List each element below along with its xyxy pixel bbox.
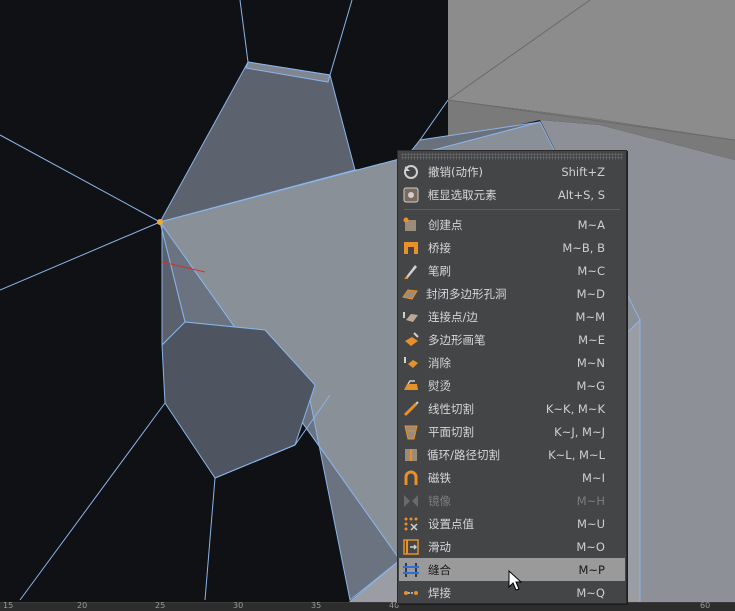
menu-item-label: 连接点/边	[428, 309, 478, 324]
brush-icon	[401, 262, 421, 280]
menu-item-connect-points-edges[interactable]: 连接点/边 M~M	[399, 305, 625, 328]
iron-icon	[401, 377, 421, 395]
menu-item-dissolve[interactable]: 消除 M~N	[399, 351, 625, 374]
mirror-icon	[401, 492, 421, 510]
context-menu[interactable]: 撤销(动作) Shift+Z 框显选取元素 Alt+S, S 创建点 M~A 桥接 M~B, …	[397, 150, 627, 604]
menu-item-shortcut: M~H	[576, 493, 605, 508]
menu-item-shortcut: K~L, M~L	[548, 447, 605, 462]
menu-item-shortcut: K~K, M~K	[545, 401, 605, 416]
menu-item-shortcut: K~J, M~J	[554, 424, 605, 439]
menu-item-line-cut[interactable]: 线性切割 K~K, M~K	[399, 397, 625, 420]
menu-item-bridge[interactable]: 桥接 M~B, B	[399, 236, 625, 259]
menu-item-set-point-value[interactable]: 设置点值 M~U	[399, 512, 625, 535]
menu-item-label: 熨烫	[428, 378, 451, 393]
menu-item-shortcut: M~E	[578, 332, 605, 347]
menu-item-label: 磁铁	[428, 470, 451, 485]
menu-item-shortcut: M~A	[577, 217, 605, 232]
ruler-tick: 60	[700, 601, 711, 610]
menu-item-create-point[interactable]: 创建点 M~A	[399, 213, 625, 236]
menu-item-shortcut: M~D	[576, 286, 605, 301]
menu-item-shortcut: Alt+S, S	[557, 187, 605, 202]
menu-item-shortcut: M~C	[577, 263, 605, 278]
weld-icon	[401, 584, 421, 602]
menu-item-magnet[interactable]: 磁铁 M~I	[399, 466, 625, 489]
menu-item-shortcut: M~O	[576, 539, 605, 554]
selected-point[interactable]	[157, 219, 163, 225]
loop-path-cut-icon	[401, 446, 420, 464]
bridge-icon	[401, 239, 421, 257]
menu-item-label: 笔刷	[428, 263, 451, 278]
menu-item-loop-path-cut[interactable]: 循环/路径切割 K~L, M~L	[399, 443, 625, 466]
menu-item-frame-selected[interactable]: 框显选取元素 Alt+S, S	[399, 183, 625, 206]
menu-item-shortcut: M~U	[577, 516, 605, 531]
menu-item-label: 镜像	[428, 493, 451, 508]
menu-item-label: 平面切割	[428, 424, 474, 439]
menu-item-label: 缝合	[428, 562, 451, 577]
menu-item-brush[interactable]: 笔刷 M~C	[399, 259, 625, 282]
menu-item-label: 消除	[428, 355, 451, 370]
menu-item-mirror: 镜像 M~H	[399, 489, 625, 512]
stitch-and-sew-icon	[401, 561, 421, 579]
create-point-icon	[401, 216, 421, 234]
menu-item-shortcut: Shift+Z	[561, 164, 605, 179]
slide-icon	[401, 538, 421, 556]
menu-item-shortcut: M~M	[575, 309, 605, 324]
menu-item-label: 创建点	[428, 217, 463, 232]
menu-item-label: 框显选取元素	[427, 187, 497, 202]
menu-item-shortcut: M~G	[576, 378, 605, 393]
undo-icon	[401, 163, 421, 181]
menu-item-shortcut: M~B, B	[562, 240, 605, 255]
ruler-tick: 15	[3, 601, 14, 610]
mouse-cursor-icon	[508, 570, 522, 591]
menu-item-label: 桥接	[428, 240, 451, 255]
ruler-tick: 35	[311, 601, 322, 610]
menu-item-label: 设置点值	[428, 516, 474, 531]
close-polygon-hole-icon	[401, 285, 419, 303]
menu-item-label: 滑动	[428, 539, 451, 554]
menu-item-label: 撤销(动作)	[428, 164, 483, 179]
menu-drag-grip[interactable]	[401, 153, 623, 160]
menu-item-plane-cut[interactable]: 平面切割 K~J, M~J	[399, 420, 625, 443]
ruler-tick: 20	[77, 601, 88, 610]
dissolve-icon	[401, 354, 421, 372]
menu-item-iron[interactable]: 熨烫 M~G	[399, 374, 625, 397]
menu-item-label: 线性切割	[428, 401, 474, 416]
menu-item-shortcut: M~N	[576, 355, 605, 370]
plane-cut-icon	[401, 423, 421, 441]
menu-item-close-polygon-hole[interactable]: 封闭多边形孔洞 M~D	[399, 282, 625, 305]
menu-item-label: 焊接	[428, 585, 451, 600]
menu-item-shortcut: M~I	[582, 470, 605, 485]
frame-selected-icon	[401, 186, 421, 204]
ruler-tick: 25	[155, 601, 166, 610]
menu-item-label: 封闭多边形孔洞	[426, 286, 507, 301]
polygon-pen-icon	[401, 331, 421, 349]
menu-item-slide[interactable]: 滑动 M~O	[399, 535, 625, 558]
ruler-tick: 30	[233, 601, 244, 610]
menu-separator	[404, 209, 620, 210]
menu-item-label: 循环/路径切割	[427, 447, 500, 462]
menu-item-undo[interactable]: 撤销(动作) Shift+Z	[399, 160, 625, 183]
connect-points-edges-icon	[401, 308, 421, 326]
menu-item-label: 多边形画笔	[428, 332, 486, 347]
line-cut-icon	[401, 400, 421, 418]
menu-item-polygon-pen[interactable]: 多边形画笔 M~E	[399, 328, 625, 351]
set-point-value-icon	[401, 515, 421, 533]
magnet-icon	[401, 469, 421, 487]
